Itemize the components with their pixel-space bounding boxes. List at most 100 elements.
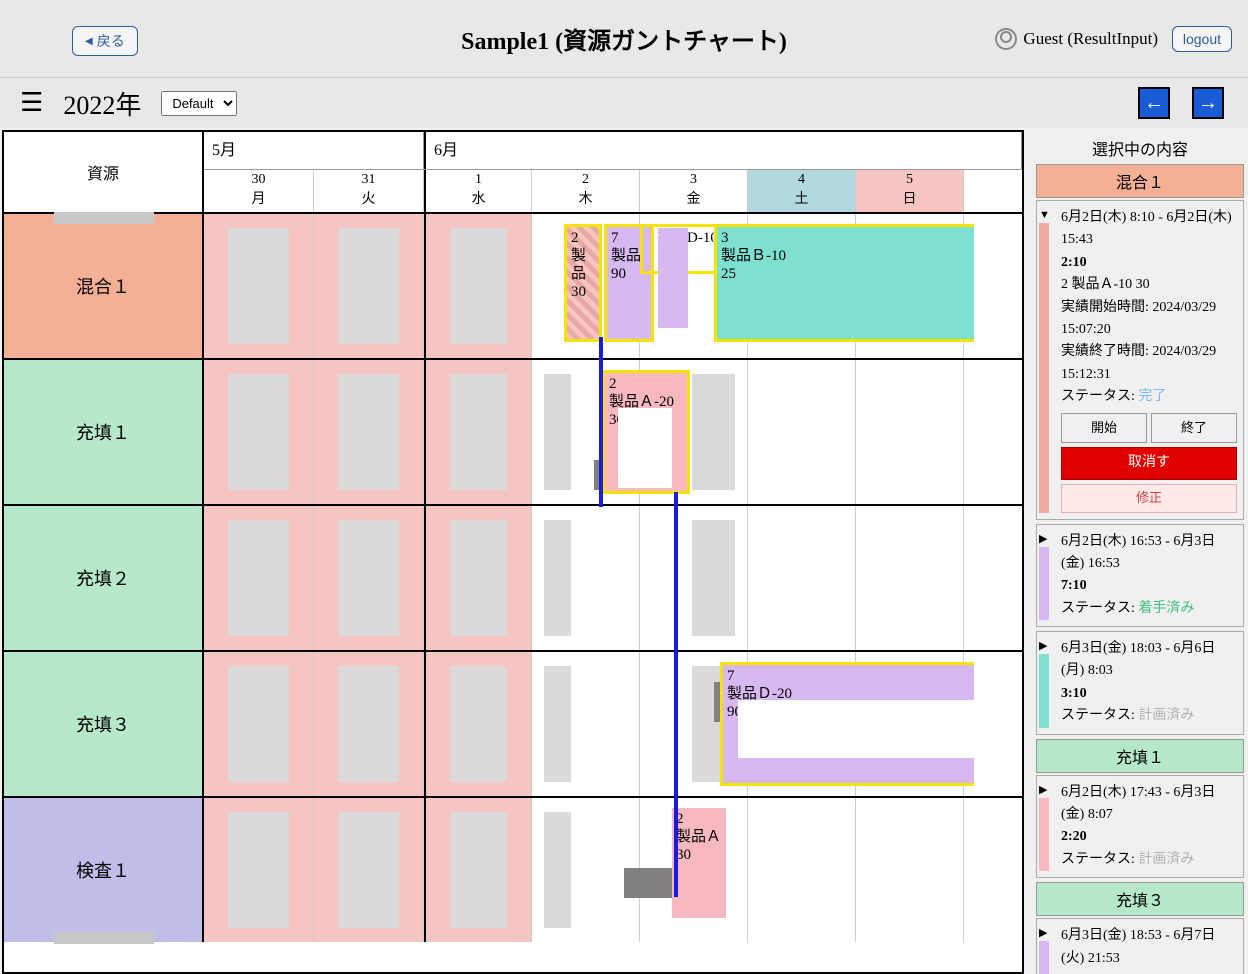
month-may: 5月	[204, 132, 424, 169]
drag-handle-icon[interactable]	[54, 212, 154, 224]
status-row: ステータス: 計画済み	[1061, 849, 1237, 871]
expand-icon[interactable]: ▶	[1039, 531, 1047, 549]
duration: 2:10	[1061, 252, 1237, 274]
selection-item[interactable]: ▼ 6月2日(木) 8:10 - 6月2日(木) 15:432:102 製品Ａ-1…	[1036, 200, 1244, 520]
task-footer-block	[624, 868, 674, 898]
empty-slot	[544, 520, 571, 636]
expand-icon[interactable]: ▼	[1039, 207, 1050, 225]
task-cutout	[618, 408, 672, 488]
month-june: 6月	[424, 132, 1022, 169]
empty-slot	[338, 666, 399, 782]
empty-slot	[228, 374, 289, 490]
expand-icon[interactable]: ▶	[1039, 638, 1047, 656]
time-range: 6月3日(金) 18:53 - 6月7日(火) 21:53	[1061, 925, 1237, 970]
resource-row-fill1: 充填１ 2製品Ａ-2030	[4, 358, 1022, 504]
empty-slot	[692, 520, 735, 636]
row-cells	[204, 506, 1022, 650]
time-range: 6月2日(木) 17:43 - 6月3日(金) 8:07	[1061, 782, 1237, 827]
empty-slot	[450, 812, 507, 928]
day-3: 3金	[640, 170, 748, 212]
resource-label-insp1[interactable]: 検査１	[4, 798, 204, 942]
task-overlay	[658, 228, 688, 328]
status-value: 計画済み	[1138, 708, 1194, 723]
actual-start: 実績開始時間: 2024/03/29 15:07:20	[1061, 297, 1237, 342]
drag-handle-icon[interactable]	[54, 932, 154, 944]
color-stripe	[1039, 547, 1049, 621]
color-stripe	[1039, 223, 1049, 513]
time-range: 6月3日(金) 18:03 - 6月6日(月) 8:03	[1061, 638, 1237, 683]
task-product-b-10[interactable]: 3製品Ｂ-1025	[714, 224, 974, 342]
duration: 7:20	[1061, 970, 1237, 974]
menu-icon[interactable]: ☰	[20, 88, 43, 118]
resource-label-fill1[interactable]: 充填１	[4, 360, 204, 504]
scroll-right-button[interactable]: →	[1192, 87, 1224, 119]
resource-row-mix1: 混合１ 2製品30 7製品90	[4, 212, 1022, 358]
start-button[interactable]: 開始	[1061, 413, 1147, 444]
empty-slot	[544, 666, 571, 782]
actual-end: 実績終了時間: 2024/03/29 15:12:31	[1061, 341, 1237, 386]
time-range: 6月2日(木) 16:53 - 6月3日(金) 16:53	[1061, 531, 1237, 576]
user-block: Guest (ResultInput)	[995, 28, 1158, 50]
status-value: 着手済み	[1138, 601, 1194, 616]
dependency-line	[674, 492, 678, 897]
resource-label-fill2[interactable]: 充填２	[4, 506, 204, 650]
color-stripe	[1039, 798, 1049, 872]
task-desc: 2 製品Ａ-10 30	[1061, 274, 1237, 296]
resource-label-mix1[interactable]: 混合１	[4, 214, 204, 358]
preset-select[interactable]: Default	[161, 91, 237, 116]
gantt-chart[interactable]: 資源 5月 6月 30月 31火 1水 2木 3金 4土 5日 混合１	[2, 130, 1024, 974]
selection-group-header: 混合１	[1036, 164, 1244, 198]
task-product-a-10[interactable]: 2製品30	[564, 224, 602, 342]
page-title: Sample1 (資源ガントチャート)	[461, 21, 787, 56]
status-value: 計画済み	[1138, 852, 1194, 867]
top-header: 戻る Sample1 (資源ガントチャート) Guest (ResultInpu…	[0, 0, 1248, 78]
time-range: 6月2日(木) 8:10 - 6月2日(木) 15:43	[1061, 207, 1237, 252]
resource-row-fill3: 充填３ 7製品Ｄ-2090	[4, 650, 1022, 796]
task-product-a-insp[interactable]: 2製品Ａ30	[672, 808, 726, 918]
expand-icon[interactable]: ▶	[1039, 782, 1047, 800]
status-value: 完了	[1138, 389, 1166, 404]
row-cells: 7製品Ｄ-2090	[204, 652, 1022, 796]
empty-slot	[450, 374, 507, 490]
duration: 7:10	[1061, 575, 1237, 597]
selection-group-header: 充填１	[1036, 739, 1244, 773]
back-button[interactable]: 戻る	[72, 26, 138, 56]
empty-slot	[338, 812, 399, 928]
resource-label-fill3[interactable]: 充填３	[4, 652, 204, 796]
expand-icon[interactable]: ▶	[1039, 925, 1047, 943]
empty-slot	[338, 228, 399, 344]
empty-slot	[692, 374, 735, 490]
empty-slot	[544, 812, 571, 928]
selection-title: 選択中の内容	[1036, 136, 1244, 160]
selection-item[interactable]: ▶6月3日(金) 18:03 - 6月6日(月) 8:033:10ステータス: …	[1036, 631, 1244, 735]
selection-panel: 選択中の内容 混合１▼6月2日(木) 8:10 - 6月2日(木) 15:432…	[1032, 128, 1248, 974]
empty-slot	[228, 666, 289, 782]
toolbar: ☰ 2022年 Default ← →	[0, 78, 1248, 128]
logout-button[interactable]: logout	[1172, 26, 1232, 52]
empty-slot	[544, 374, 571, 490]
row-cells: 2製品Ａ-2030	[204, 360, 1022, 504]
scroll-left-button[interactable]: ←	[1138, 87, 1170, 119]
end-button[interactable]: 終了	[1151, 413, 1237, 444]
row-cells: 2製品30 7製品90 製品D-10 3製品Ｂ-1025	[204, 214, 1022, 358]
selection-item[interactable]: ▶ 6月2日(木) 17:43 - 6月3日(金) 8:072:20ステータス: …	[1036, 775, 1244, 879]
status-row: ステータス: 計画済み	[1061, 705, 1237, 727]
day-4: 4土	[748, 170, 856, 212]
empty-slot	[338, 374, 399, 490]
duration: 2:20	[1061, 826, 1237, 848]
selection-group-header: 充填３	[1036, 882, 1244, 916]
fix-button[interactable]: 修正	[1061, 484, 1237, 513]
main: 資源 5月 6月 30月 31火 1水 2木 3金 4土 5日 混合１	[0, 128, 1248, 974]
day-30: 30月	[204, 170, 314, 212]
gantt-body: 混合１ 2製品30 7製品90	[4, 212, 1022, 972]
empty-slot	[450, 520, 507, 636]
selection-item[interactable]: ▶6月2日(木) 16:53 - 6月3日(金) 16:537:10ステータス:…	[1036, 524, 1244, 628]
cancel-button[interactable]: 取消す	[1061, 447, 1237, 479]
resource-row-insp1: 検査１ 2製品Ａ30	[4, 796, 1022, 942]
color-stripe	[1039, 654, 1049, 728]
resource-name: 充填３	[76, 711, 130, 737]
row-cells: 2製品Ａ30	[204, 798, 1022, 942]
resource-name: 検査１	[76, 857, 130, 883]
selection-item[interactable]: ▶6月3日(金) 18:53 - 6月7日(火) 21:537:20ステータス:…	[1036, 918, 1244, 974]
dependency-line	[599, 337, 603, 507]
